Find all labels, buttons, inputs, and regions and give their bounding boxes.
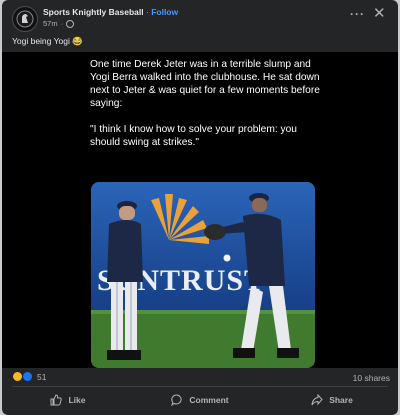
share-button[interactable]: Share [266, 388, 398, 412]
page-name-line: Sports Knightly Baseball · Follow [43, 7, 178, 17]
reaction-count: 51 [37, 371, 47, 382]
knight-logo-icon [16, 10, 34, 28]
page-name[interactable]: Sports Knightly Baseball [43, 7, 144, 17]
globe-icon [66, 19, 75, 28]
comment-label: Comment [189, 395, 229, 405]
more-options-button[interactable]: ··· [350, 7, 365, 21]
separator-dot: · [145, 7, 149, 17]
close-icon[interactable]: ✕ [373, 6, 386, 21]
baseball-photo: SUNTRUST [91, 182, 315, 368]
action-bar: Like Comment Share [2, 388, 398, 412]
quote-paragraph: One time Derek Jeter was in a terrible s… [90, 59, 320, 110]
action-divider [12, 386, 388, 387]
meta-separator: · [60, 19, 64, 28]
post-time[interactable]: 57m [43, 19, 58, 28]
quote-text: One time Derek Jeter was in a terrible s… [90, 58, 320, 163]
photo-illustration: SUNTRUST [91, 182, 315, 368]
share-count[interactable]: 10 shares [353, 373, 390, 383]
post-meta: 57m · [43, 19, 75, 28]
page-avatar[interactable] [12, 6, 38, 32]
quote-paragraph: "I think I know how to solve your proble… [90, 124, 297, 149]
comment-icon [171, 394, 183, 406]
share-arrow-icon [311, 394, 323, 406]
post-header: Sports Knightly Baseball · Follow 57m · … [2, 0, 398, 34]
like-button[interactable]: Like [2, 388, 134, 412]
post-image[interactable]: One time Derek Jeter was in a terrible s… [2, 52, 398, 368]
post-card: Sports Knightly Baseball · Follow 57m · … [2, 0, 398, 415]
like-reaction-icon [22, 371, 33, 382]
thumbs-up-icon [50, 394, 63, 406]
reaction-summary[interactable]: 51 [12, 371, 46, 382]
like-label: Like [68, 395, 86, 405]
comment-button[interactable]: Comment [134, 388, 266, 412]
post-caption: Yogi being Yogi 😂 [12, 36, 83, 46]
share-label: Share [329, 395, 353, 405]
follow-button[interactable]: Follow [151, 7, 178, 17]
